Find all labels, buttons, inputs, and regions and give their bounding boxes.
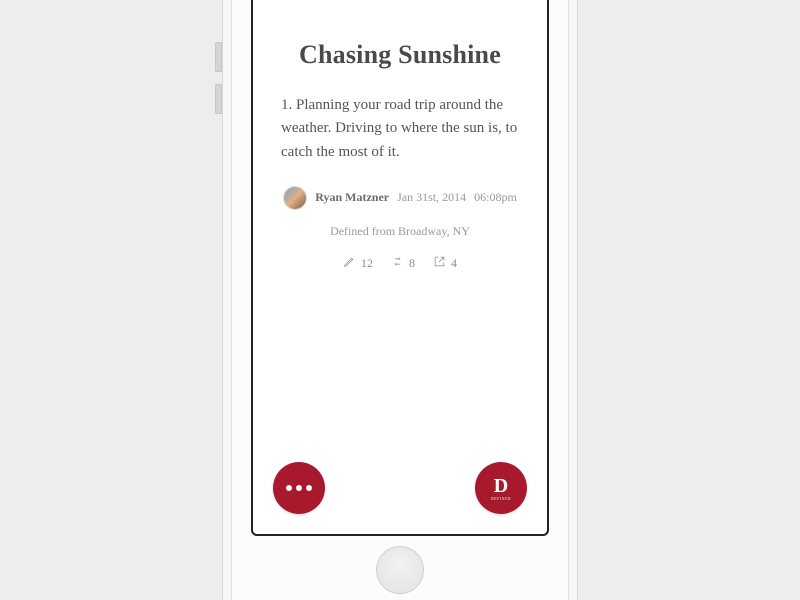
stat-shares[interactable]: 4 [433,255,457,272]
post-body: 1. Planning your road trip around the we… [281,94,519,164]
phone-volume-up [215,42,222,72]
post-stats: 12 8 4 [281,255,519,272]
stat-edits[interactable]: 12 [343,255,373,272]
author-line[interactable]: Ryan Matzner Jan 31st, 2014 06:08pm [281,186,519,210]
avatar[interactable] [283,186,307,210]
stat-reposts[interactable]: 8 [391,255,415,272]
phone-bezel: Chasing Sunshine 1. Planning your road t… [231,0,569,600]
post-date: Jan 31st, 2014 [397,190,466,205]
more-button[interactable] [273,462,325,514]
post-meta: Ryan Matzner Jan 31st, 2014 06:08pm Defi… [281,186,519,272]
app-screen: Chasing Sunshine 1. Planning your road t… [251,0,549,536]
share-icon [433,255,446,272]
post-time: 06:08pm [474,190,517,205]
logo-letter: D [494,475,508,497]
post-title: Chasing Sunshine [281,40,519,70]
phone-volume-down [215,84,222,114]
pencil-icon [343,255,356,272]
author-name[interactable]: Ryan Matzner [315,190,389,205]
logo-sub: DEFINER [491,497,511,501]
repost-icon [391,255,404,272]
phone-frame: Chasing Sunshine 1. Planning your road t… [222,0,578,600]
post-content: Chasing Sunshine 1. Planning your road t… [253,0,547,272]
stat-shares-count: 4 [451,256,457,271]
app-logo-button[interactable]: D DEFINER [475,462,527,514]
post-location: Defined from Broadway, NY [281,224,519,239]
home-button[interactable] [376,546,424,594]
app-logo-icon: D DEFINER [491,476,511,501]
stat-edits-count: 12 [361,256,373,271]
stat-reposts-count: 8 [409,256,415,271]
ellipsis-icon [286,485,312,491]
